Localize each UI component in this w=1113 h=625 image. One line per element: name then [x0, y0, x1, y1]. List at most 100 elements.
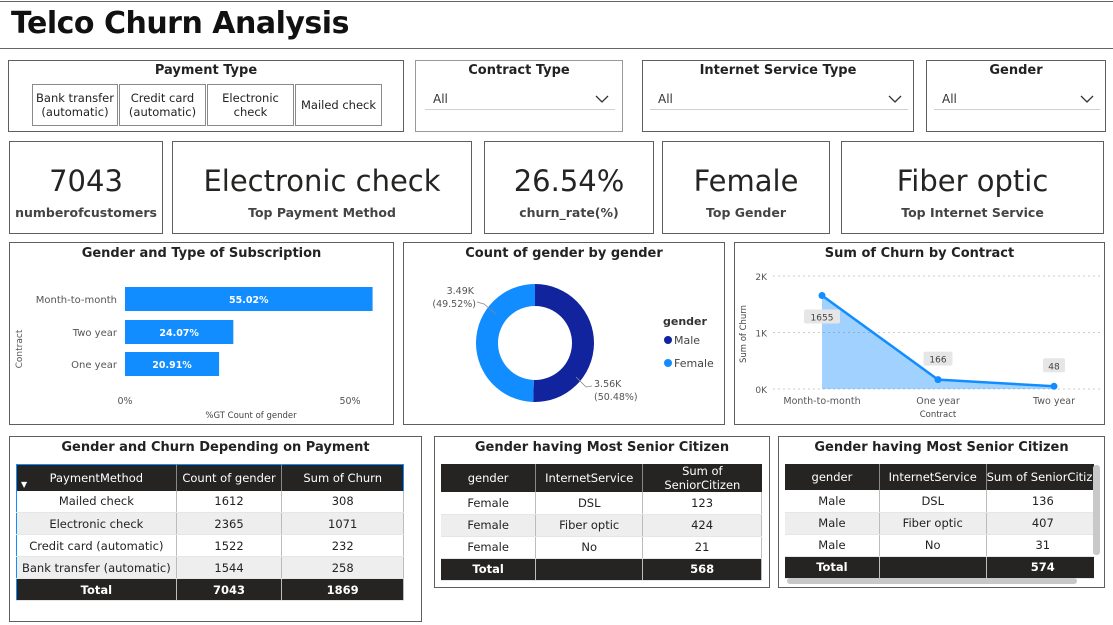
payment-option-electronic-check[interactable]: Electronic check: [207, 84, 294, 126]
table-title: Gender having Most Senior Citizen: [814, 440, 1069, 455]
chevron-down-icon: [595, 95, 609, 103]
data-label: 48: [1048, 362, 1060, 372]
kpi-value: 26.54%: [513, 164, 625, 198]
x-tick-label: One year: [916, 396, 960, 407]
gender-slicer: Gender All: [926, 60, 1106, 132]
data-point: [1050, 382, 1058, 390]
kpi-card-customers: 7043 numberofcustomers: [9, 141, 163, 234]
table-title: Gender having Most Senior Citizen: [474, 440, 730, 455]
slice-value-label: 3.49K: [447, 286, 475, 297]
chart-title: Count of gender by gender: [465, 246, 663, 261]
contract-type-slicer: Contract Type All: [415, 60, 623, 132]
kpi-label: Top Internet Service: [901, 205, 1044, 220]
horizontal-scrollbar[interactable]: [787, 578, 1077, 584]
column-header[interactable]: Sum of Churn: [281, 464, 404, 491]
table-total-row: Total 568: [441, 558, 762, 581]
y-tick-label: Two year: [72, 328, 118, 339]
internet-service-value: All: [658, 91, 673, 106]
donut-chart-svg: 3.49K (49.52%) 3.56K (50.48%) gender Male Fema…: [432, 284, 714, 403]
y-tick-label: 0K: [755, 386, 768, 396]
data-label: 1655: [811, 313, 834, 323]
kpi-value: 7043: [49, 164, 123, 198]
table-total-row: Total 7043 1869: [16, 578, 404, 601]
table-row[interactable]: Male DSL 136: [785, 490, 1094, 513]
payment-type-slicer: Payment Type Bank transfer (automatic) C…: [8, 60, 404, 132]
column-header[interactable]: PaymentMethod ▼: [16, 464, 177, 491]
y-axis-label: Sum of Churn: [739, 305, 749, 363]
table-row[interactable]: Bank transfer (automatic) 1544 258: [16, 556, 404, 579]
payment-churn-table-panel: Gender and Churn Depending on Payment Pa…: [9, 436, 422, 622]
vertical-scrollbar[interactable]: [1093, 465, 1100, 555]
internet-service-title: Internet Service Type: [699, 63, 857, 78]
table-total-row: Total 574: [785, 556, 1094, 579]
legend-label: Male: [674, 334, 700, 347]
y-tick-label: 2K: [755, 273, 768, 283]
payment-churn-table: PaymentMethod ▼ Count of gender Sum of Ch…: [16, 464, 404, 601]
column-header[interactable]: Sum of SeniorCitizen: [642, 464, 762, 492]
internet-service-dropdown[interactable]: All: [650, 88, 908, 110]
subscription-bar-chart: Gender and Type of Subscription Contract…: [9, 242, 394, 425]
header-rule: [0, 48, 1113, 49]
table-row[interactable]: Female Fiber optic 424: [441, 514, 762, 537]
x-tick-label: Month-to-month: [783, 396, 860, 407]
gender-value: All: [942, 91, 957, 106]
bar-data-label: 55.02%: [229, 295, 269, 306]
kpi-label: Top Payment Method: [248, 205, 396, 220]
gender-title: Gender: [989, 63, 1043, 78]
kpi-card-top-gender: Female Top Gender: [662, 141, 830, 234]
payment-option-bank-transfer[interactable]: Bank transfer (automatic): [32, 84, 118, 126]
column-header[interactable]: Sum of SeniorCitize: [986, 464, 1094, 490]
chevron-down-icon: [1080, 95, 1094, 103]
slice-percent-label: (50.48%): [594, 392, 638, 403]
kpi-label: Top Gender: [706, 205, 786, 220]
kpi-card-top-internet: Fiber optic Top Internet Service: [841, 141, 1104, 234]
payment-option-mailed-check[interactable]: Mailed check: [295, 84, 382, 126]
slice-percent-label: (49.52%): [432, 299, 476, 310]
senior-male-table: gender InternetService Sum of SeniorCiti…: [785, 464, 1094, 579]
gender-dropdown[interactable]: All: [934, 88, 1100, 110]
table-row[interactable]: Mailed check 1612 308: [16, 490, 404, 513]
contract-type-title: Contract Type: [468, 63, 570, 78]
column-header[interactable]: gender: [441, 464, 537, 492]
chart-title: Sum of Churn by Contract: [824, 246, 1015, 261]
bar-data-label: 20.91%: [152, 360, 192, 371]
table-row[interactable]: Male No 31: [785, 534, 1094, 557]
table-row[interactable]: Male Fiber optic 407: [785, 512, 1094, 535]
table-scroll-area: gender InternetService Sum of SeniorCiti…: [785, 464, 1094, 579]
payment-type-title: Payment Type: [154, 63, 258, 78]
senior-female-table-panel: Gender having Most Senior Citizen gender…: [434, 436, 770, 588]
kpi-card-top-payment: Electronic check Top Payment Method: [172, 141, 472, 234]
table-row[interactable]: Electronic check 2365 1071: [16, 512, 404, 535]
column-header[interactable]: InternetService: [535, 464, 644, 492]
column-header[interactable]: Count of gender: [176, 464, 283, 491]
x-axis-label: %GT Count of gender: [205, 411, 297, 421]
table-row[interactable]: Female DSL 123: [441, 492, 762, 515]
payment-option-credit-card[interactable]: Credit card (automatic): [119, 84, 206, 126]
kpi-value: Electronic check: [203, 164, 441, 198]
x-tick-label: Two year: [1032, 396, 1075, 407]
x-tick-label: 0%: [117, 396, 132, 407]
area-fill: [822, 295, 1054, 389]
y-tick-label: 1K: [755, 330, 768, 340]
top-rule: [0, 1, 1113, 2]
donut-slice: [475, 284, 535, 402]
column-header[interactable]: gender: [785, 464, 880, 490]
y-tick-label: Month-to-month: [36, 295, 117, 306]
table-row[interactable]: Credit card (automatic) 1522 232: [16, 534, 404, 557]
chevron-down-icon: [888, 95, 902, 103]
data-label: 166: [929, 356, 946, 366]
data-point: [818, 291, 826, 299]
table-title: Gender and Churn Depending on Payment: [61, 440, 370, 455]
table-row[interactable]: Female No 21: [441, 536, 762, 559]
kpi-value: Fiber optic: [896, 164, 1049, 198]
contract-type-dropdown[interactable]: All: [425, 88, 615, 110]
x-tick-label: 50%: [339, 396, 360, 407]
slice-value-label: 3.56K: [594, 379, 622, 390]
page-title: Telco Churn Analysis: [11, 6, 349, 41]
sort-desc-icon[interactable]: ▼: [21, 480, 27, 489]
bar-chart-svg: Contract Month-to-month 55.02% Two year 24.0…: [15, 287, 373, 421]
churn-by-contract-chart: Sum of Churn by Contract 0K 1K 2K Sum of Ch…: [734, 242, 1105, 425]
y-tick-label: One year: [71, 360, 118, 371]
contract-type-value: All: [433, 91, 448, 106]
column-header[interactable]: InternetService: [879, 464, 987, 490]
